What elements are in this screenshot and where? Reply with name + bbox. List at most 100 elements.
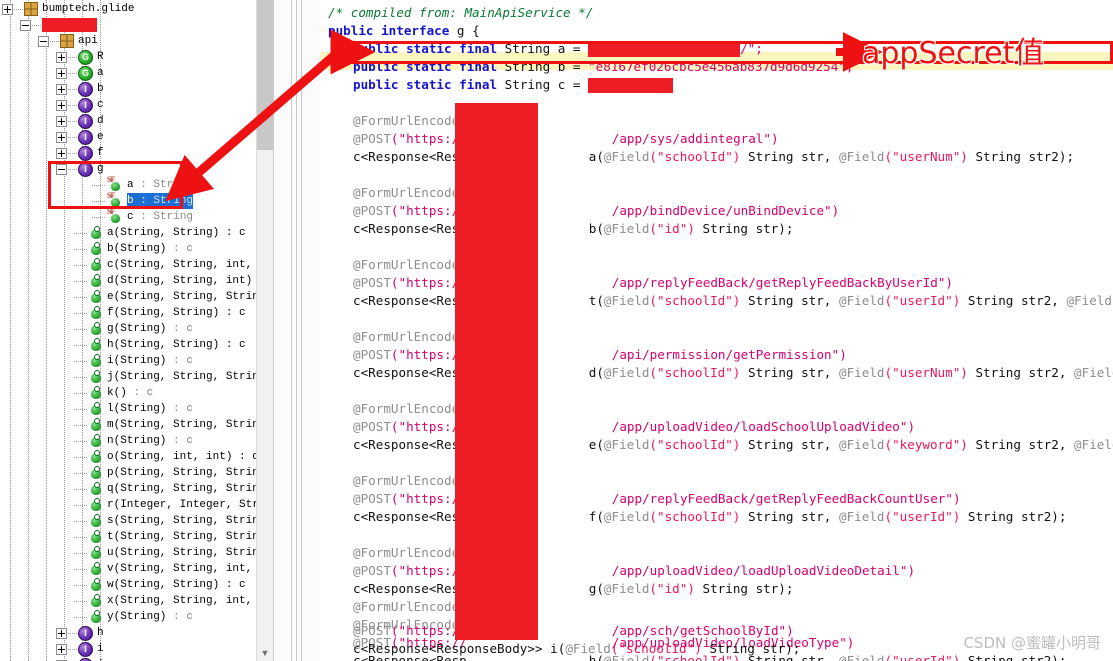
tree-node[interactable]: b(String) : c — [74, 241, 193, 257]
code-token: ("keyword") — [884, 437, 968, 452]
method-icon — [89, 561, 103, 576]
tree-connector — [74, 504, 88, 506]
tree-node[interactable]: b — [56, 81, 104, 97]
tree-node[interactable]: R — [56, 49, 104, 65]
method-glyph — [91, 385, 101, 399]
tree-node[interactable]: i(String) : c — [74, 353, 193, 369]
code-token: String str); — [701, 641, 801, 656]
tree-node[interactable]: k() : c — [74, 385, 153, 401]
expand-icon[interactable] — [56, 115, 67, 127]
tree-node-type: : c — [166, 403, 193, 415]
panel-splitter[interactable] — [273, 0, 321, 661]
code-token: @POST — [353, 563, 391, 578]
method-glyph — [91, 465, 101, 479]
expand-icon[interactable] — [56, 67, 67, 79]
tree-node[interactable]: h(String, String) : c — [74, 337, 246, 353]
code-token: g( — [588, 581, 604, 596]
code-token: /app/sys/addintegral") — [611, 131, 779, 146]
method-glyph — [91, 401, 101, 415]
tree-node[interactable]: s(String, String, String, — [74, 513, 272, 529]
tree-connector — [68, 72, 77, 74]
tree-node[interactable]: q(String, String, String) — [74, 481, 272, 497]
tree-node[interactable]: r(Integer, Integer, Strin — [74, 497, 272, 513]
tree-node[interactable]: c(String, String, int, int) : c — [74, 257, 272, 273]
tree-node[interactable]: y(String) : c — [74, 609, 193, 625]
method-icon — [89, 401, 103, 416]
tree-node[interactable]: a — [56, 65, 104, 81]
code-token: @Field — [838, 293, 885, 308]
code-line: @FormUrlEncoded — [353, 184, 467, 202]
tree-node[interactable]: bumptech.glide — [2, 1, 134, 17]
code-token: a( — [588, 149, 604, 164]
tree-node[interactable]: d(String, String, int) : c — [74, 273, 272, 289]
method-glyph — [91, 497, 101, 511]
tree-node[interactable]: t(String, String, String, — [74, 529, 272, 545]
method-glyph — [91, 289, 101, 303]
tree-node[interactable]: n(String) : c — [74, 433, 193, 449]
tree-node[interactable]: api — [38, 33, 98, 49]
tree-node[interactable]: m(String, String, String) — [74, 417, 272, 433]
code-token: @Field — [603, 221, 650, 236]
tree-node[interactable]: o(String, int, int) : c — [74, 449, 259, 465]
code-token: @Field — [565, 641, 611, 656]
decompiled-code-view[interactable]: /* compiled from: MainApiService */ publi… — [320, 0, 1113, 661]
tree-node[interactable]: p(String, String, String) — [74, 465, 272, 481]
code-token: ("userId") — [884, 653, 961, 661]
collapse-icon[interactable] — [20, 19, 31, 31]
collapse-icon[interactable] — [38, 35, 49, 47]
method-glyph — [91, 433, 101, 447]
method-glyph — [91, 241, 101, 255]
method-glyph — [91, 225, 101, 239]
tree-node[interactable]: u(String, String, String, — [74, 545, 272, 561]
tree-node[interactable]: w(String, String) : c — [74, 577, 246, 593]
chevron-down-icon[interactable]: ▼ — [257, 645, 273, 661]
expand-icon[interactable] — [56, 643, 67, 655]
method-glyph — [91, 353, 101, 367]
tree-node-label: g(String) : c — [107, 323, 193, 335]
tree-node[interactable]: a(String, String) : c — [74, 225, 246, 241]
tree-node[interactable]: j — [56, 657, 104, 661]
expand-icon[interactable] — [2, 3, 13, 15]
tree-node[interactable]: f — [56, 145, 104, 161]
tree-node[interactable]: e(String, String, String, — [74, 289, 272, 305]
tree-node[interactable] — [20, 17, 97, 33]
expand-icon[interactable] — [56, 51, 67, 63]
tree-vertical-scrollbar[interactable]: ▼ — [256, 0, 273, 661]
tree-node[interactable]: c — [56, 97, 104, 113]
code-line: public static final String c = — [353, 76, 674, 94]
tree-node[interactable]: l(String) : c — [74, 401, 193, 417]
tree-node-label: m(String, String, String) — [107, 419, 272, 431]
tree-connector — [74, 280, 88, 282]
expand-icon[interactable] — [56, 131, 67, 143]
package-tree-panel[interactable]: bumptech.glideapiRabcdefgSFa : StringSFb… — [0, 0, 272, 661]
tree-node[interactable]: i — [56, 641, 104, 657]
tree-node-type: : c — [166, 243, 193, 255]
code-token: @POST — [353, 419, 391, 434]
tree-node[interactable]: f(String, String) : c — [74, 305, 246, 321]
tree-node[interactable]: SF c : String — [92, 207, 193, 225]
tree-node-type: : c — [166, 355, 193, 367]
tree-node[interactable]: e — [56, 129, 104, 145]
tree-node[interactable]: v(String, String, int, in — [74, 561, 272, 577]
tree-connector — [74, 568, 88, 570]
expand-icon[interactable] — [56, 83, 67, 95]
tree-guide — [10, 0, 11, 661]
tree-node[interactable]: d — [56, 113, 104, 129]
method-glyph — [91, 529, 101, 543]
method-glyph — [91, 593, 101, 607]
tree-node-label: api — [78, 35, 98, 47]
tree-node[interactable]: x(String, String, int, in — [74, 593, 272, 609]
expand-icon[interactable] — [56, 627, 67, 639]
class-icon — [78, 65, 93, 81]
class-icon — [78, 49, 93, 65]
tree-node[interactable]: j(String, String, String) — [74, 369, 272, 385]
tree-node-label: v(String, String, int, in — [107, 563, 272, 575]
tree-node-label: w(String, String) : c — [107, 579, 246, 591]
expand-icon[interactable] — [56, 99, 67, 111]
code-token: String str, — [740, 437, 839, 452]
tree-scrollbar-thumb[interactable] — [257, 0, 273, 150]
expand-icon[interactable] — [56, 147, 67, 159]
code-token: @POST — [353, 131, 391, 146]
tree-node[interactable]: h — [56, 625, 104, 641]
tree-node[interactable]: g(String) : c — [74, 321, 193, 337]
